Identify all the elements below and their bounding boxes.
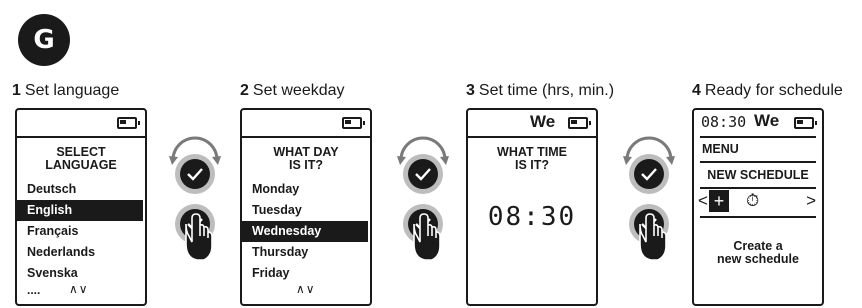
screen-2-weekday: WHAT DAY IS IT? Monday Tuesday Wednesday… <box>240 108 372 306</box>
prev-arrow-icon[interactable]: < <box>698 191 708 211</box>
more-indicator: .... <box>27 283 41 297</box>
control-knob-2 <box>397 136 449 261</box>
new-schedule-label[interactable]: NEW SCHEDULE <box>698 168 818 182</box>
list-item[interactable]: Monday <box>242 179 370 200</box>
step-2-title: 2 Set weekday <box>240 82 345 99</box>
control-knob-3 <box>623 136 675 261</box>
press-hand-icon <box>175 204 215 261</box>
clock-display: 08:30 <box>701 113 747 131</box>
status-bar <box>17 110 145 138</box>
divider <box>700 216 816 218</box>
divider <box>700 187 816 189</box>
screen-3-time: We WHAT TIME IS IT? 08:30 <box>466 108 598 306</box>
list-item[interactable]: Thursday <box>242 242 370 263</box>
time-display: 08:30 <box>487 202 577 232</box>
timer-icon[interactable]: ⏱ <box>746 191 759 211</box>
confirm-button-icon[interactable] <box>175 154 215 194</box>
control-knob-1 <box>169 136 221 261</box>
schedule-toolbar: < + ⏱ > <box>698 190 818 214</box>
menu-label[interactable]: MENU <box>702 142 814 156</box>
list-item-selected[interactable]: Wednesday <box>242 221 368 242</box>
list-item[interactable]: Nederlands <box>17 242 145 263</box>
confirm-button-icon[interactable] <box>629 154 669 194</box>
step-1-title: 1 Set language <box>12 82 120 99</box>
screen-4-ready: 08:30 We MENU NEW SCHEDULE < + ⏱ > Creat… <box>692 108 824 306</box>
status-bar <box>242 110 370 138</box>
language-list: Deutsch English Français Nederlands Sven… <box>17 179 145 284</box>
list-item[interactable]: Deutsch <box>17 179 145 200</box>
create-schedule-caption: Create a new schedule <box>717 239 799 266</box>
screen-heading: SELECT LANGUAGE <box>45 145 117 172</box>
press-hand-icon <box>403 204 443 261</box>
confirm-button-icon[interactable] <box>403 154 443 194</box>
list-item[interactable]: Français <box>17 221 145 242</box>
weekday-indicator: We <box>530 112 556 131</box>
screen-heading: WHAT DAY IS IT? <box>273 145 339 172</box>
list-item[interactable]: Friday <box>242 263 370 284</box>
step-4-title: 4 Ready for schedule <box>692 82 843 99</box>
list-item[interactable]: Svenska <box>17 263 145 284</box>
next-arrow-icon[interactable]: > <box>806 191 816 211</box>
screen-heading: WHAT TIME IS IT? <box>497 145 567 172</box>
press-hand-icon <box>629 204 669 261</box>
divider <box>700 161 816 163</box>
battery-icon <box>568 117 591 129</box>
status-bar: We <box>468 110 596 138</box>
battery-icon <box>342 117 365 129</box>
battery-icon <box>117 117 140 129</box>
weekday-indicator: We <box>754 111 780 130</box>
scroll-arrows-icon: ∧∨ <box>296 282 316 296</box>
scroll-arrows-icon: ∧∨ <box>69 282 89 296</box>
add-schedule-icon[interactable]: + <box>709 190 729 212</box>
list-item-selected[interactable]: English <box>17 200 143 221</box>
weekday-list: Monday Tuesday Wednesday Thursday Friday <box>242 179 370 284</box>
step-3-title: 3 Set time (hrs, min.) <box>466 82 615 99</box>
battery-icon <box>794 117 817 129</box>
screen-1-language: SELECT LANGUAGE Deutsch English Français… <box>15 108 147 306</box>
list-item[interactable]: Tuesday <box>242 200 370 221</box>
divider <box>700 136 816 138</box>
section-badge: G <box>18 14 70 66</box>
